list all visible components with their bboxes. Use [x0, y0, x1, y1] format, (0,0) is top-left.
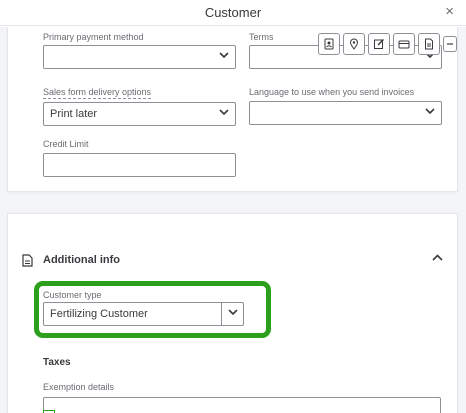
primary-payment-method-select[interactable] [43, 45, 236, 69]
document-icon [22, 254, 33, 272]
exemption-details-input[interactable] [43, 397, 441, 413]
side-toolbar [318, 33, 457, 55]
terms-label: Terms [249, 32, 274, 42]
form-canvas: Primary payment method Terms Sales form … [0, 27, 466, 413]
dialog-header: Customer × [0, 0, 466, 26]
payment-card-icon[interactable] [393, 33, 415, 55]
invoice-language-select[interactable] [249, 101, 442, 125]
additional-info-title: Additional info [43, 254, 120, 266]
collapse-minus-icon[interactable] [443, 36, 457, 52]
taxes-heading: Taxes [43, 357, 71, 368]
invoice-language-label: Language to use when you send invoices [249, 87, 415, 97]
customer-type-value: Fertilizing Customer [50, 308, 148, 320]
location-pin-icon[interactable] [343, 33, 365, 55]
chevron-down-icon [425, 106, 435, 118]
delivery-options-label: Sales form delivery options [43, 87, 152, 99]
chevron-down-icon[interactable] [228, 307, 238, 319]
close-icon[interactable]: × [445, 3, 454, 21]
chevron-down-icon [219, 50, 229, 62]
customer-type-label: Customer type [43, 290, 102, 300]
document-icon[interactable] [418, 33, 440, 55]
contact-card-icon[interactable] [318, 33, 340, 55]
delivery-options-select[interactable]: Print later [43, 102, 236, 126]
chevron-down-icon [219, 107, 229, 119]
credit-limit-input[interactable] [43, 153, 236, 177]
primary-payment-method-label: Primary payment method [43, 32, 144, 42]
combo-divider [221, 303, 222, 325]
chevron-up-icon[interactable] [432, 250, 443, 265]
additional-info-card: Additional info Customer type Fertilizin… [7, 213, 458, 413]
dialog-title: Customer [204, 5, 262, 20]
credit-limit-label: Credit Limit [43, 139, 89, 149]
payments-card: Primary payment method Terms Sales form … [7, 27, 458, 192]
customer-type-select[interactable]: Fertilizing Customer [43, 302, 244, 326]
exemption-details-label: Exemption details [43, 382, 115, 392]
edit-note-icon[interactable] [368, 33, 390, 55]
